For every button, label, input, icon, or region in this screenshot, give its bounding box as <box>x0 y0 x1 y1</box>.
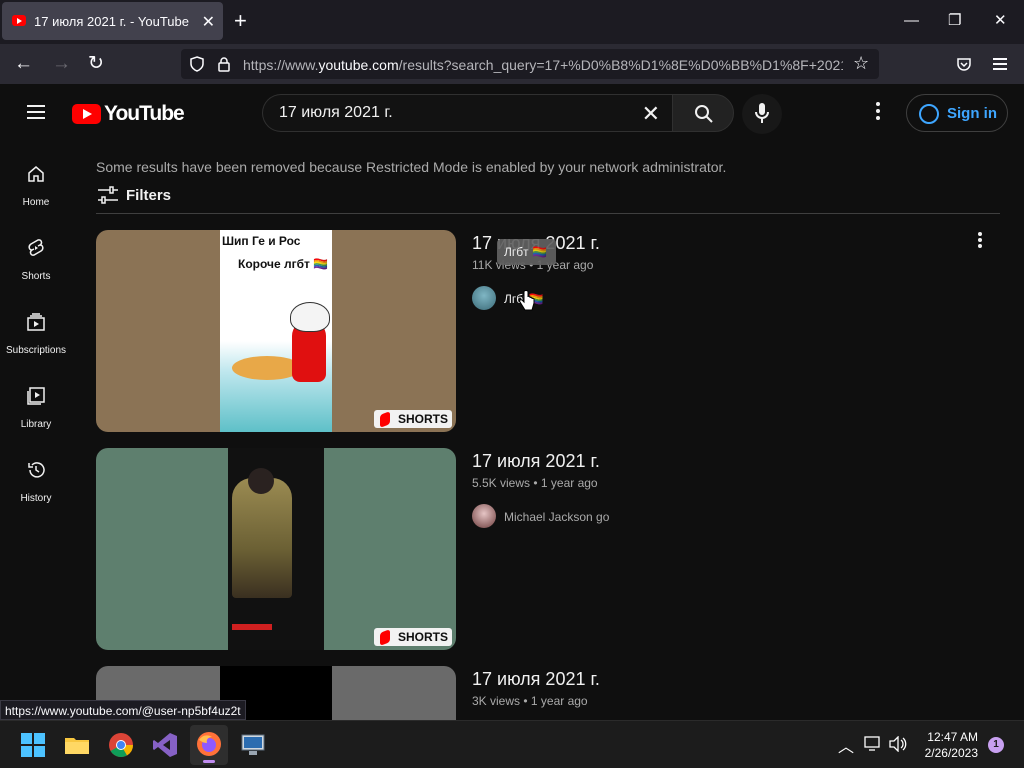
sidebar-item-label: Home <box>22 197 50 208</box>
logo-text: YouTube <box>104 102 185 125</box>
search-button[interactable] <box>672 94 734 132</box>
restricted-mode-notice: Some results have been removed because R… <box>96 159 727 175</box>
chrome-icon[interactable] <box>108 732 134 758</box>
bookmark-star-icon[interactable]: ☆ <box>853 53 869 74</box>
settings-more-icon[interactable] <box>870 102 886 124</box>
volume-icon[interactable] <box>888 736 908 752</box>
thumbnail-frame: Шип Ге и Рос Короче лгбт 🏳️‍🌈 <box>220 230 332 432</box>
sidebar-item-shorts[interactable]: Shorts <box>0 238 72 312</box>
video-meta: 5.5K views • 1 year ago <box>472 476 598 490</box>
firefox-icon <box>197 732 221 756</box>
sidebar-item-subscriptions[interactable]: Subscriptions <box>0 312 72 386</box>
windows-start-icon[interactable] <box>20 732 46 758</box>
browser-nav-bar: ← → ↻ https://www.youtube.com/results?se… <box>0 44 1024 84</box>
shorts-badge: SHORTS <box>373 410 452 428</box>
video-thumbnail[interactable]: Шип Ге и Рос Короче лгбт 🏳️‍🌈 SHORTS <box>96 230 456 432</box>
reload-button[interactable]: ↻ <box>88 53 104 75</box>
thumbnail-caption: Шип Ге и Рос <box>222 234 301 248</box>
divider <box>96 213 1000 214</box>
lock-icon[interactable] <box>217 56 231 72</box>
youtube-play-icon <box>72 104 101 124</box>
character-hair-shape <box>290 302 330 332</box>
shorts-icon <box>28 239 44 256</box>
voice-search-button[interactable] <box>742 94 782 134</box>
guide-menu-icon[interactable] <box>27 105 45 119</box>
hand-cursor-icon <box>519 290 535 311</box>
channel-avatar[interactable] <box>472 504 496 528</box>
tab-close-icon[interactable]: ✕ <box>202 12 215 32</box>
menu-icon[interactable] <box>993 58 1007 70</box>
video-thumbnail[interactable]: SHORTS <box>96 448 456 650</box>
firefox-taskbar-active[interactable] <box>190 725 228 765</box>
library-icon <box>27 387 45 405</box>
performer-shape <box>232 478 292 598</box>
sidebar-item-label: Shorts <box>21 271 51 282</box>
tab-title: 17 июля 2021 г. - YouTube <box>34 14 189 29</box>
search-box[interactable]: 17 июля 2021 г. ✕ <box>262 94 672 132</box>
sign-in-label: Sign in <box>947 105 997 122</box>
video-more-icon[interactable] <box>976 232 984 248</box>
performer-head-shape <box>248 468 274 494</box>
sidebar-item-home[interactable]: Home <box>0 164 72 238</box>
shield-icon[interactable] <box>189 56 205 72</box>
new-tab-button[interactable]: + <box>234 9 247 33</box>
sidebar-item-label: History <box>20 493 52 504</box>
status-url: https://www.youtube.com/@user-np5bf4uz2t <box>0 700 246 720</box>
video-title[interactable]: 17 июля 2021 г. <box>472 451 600 472</box>
clear-search-icon[interactable]: ✕ <box>642 101 660 127</box>
browser-tab-bar: 17 июля 2021 г. - YouTube ✕ + — ❐ ✕ <box>0 0 1024 44</box>
sidebar-item-label: Library <box>20 419 52 430</box>
clock-time: 12:47 AM <box>927 730 978 744</box>
channel-name[interactable]: Michael Jackson go <box>504 510 609 524</box>
youtube-header: YouTube 17 июля 2021 г. ✕ Sign in <box>0 84 1024 142</box>
show-hidden-icons-icon[interactable]: ︿ <box>838 733 854 757</box>
video-meta: 3K views • 1 year ago <box>472 694 588 708</box>
thumbnail-frame <box>228 448 324 650</box>
youtube-favicon-icon <box>12 15 26 26</box>
maximize-button[interactable]: ❐ <box>948 12 961 30</box>
search-icon <box>695 105 713 123</box>
file-explorer-icon[interactable] <box>64 732 90 758</box>
active-app-indicator <box>203 760 215 763</box>
browser-tab-active[interactable]: 17 июля 2021 г. - YouTube ✕ <box>2 2 223 40</box>
remote-desktop-icon[interactable] <box>240 732 266 758</box>
notification-badge[interactable]: 1 <box>988 737 1004 753</box>
url-text[interactable]: https://www.youtube.com/results?search_q… <box>243 57 843 73</box>
filters-icon <box>98 186 118 204</box>
microphone-icon <box>755 103 769 123</box>
account-icon <box>919 104 939 124</box>
channel-tooltip: Лгбт 🏳️‍🌈 <box>497 239 556 265</box>
forward-button[interactable]: → <box>52 53 71 75</box>
filters-label: Filters <box>126 187 172 204</box>
sidebar-item-label: Subscriptions <box>5 345 67 356</box>
channel-avatar[interactable] <box>472 286 496 310</box>
minimize-button[interactable]: — <box>904 12 919 30</box>
subscriptions-icon <box>27 313 45 331</box>
window-close-button[interactable]: ✕ <box>994 12 1007 30</box>
taskbar: ︿ 12:47 AM 2/26/2023 1 <box>0 720 1024 768</box>
home-icon <box>28 166 44 182</box>
history-icon <box>28 462 45 478</box>
search-input[interactable]: 17 июля 2021 г. <box>279 104 393 122</box>
back-button[interactable]: ← <box>14 53 33 75</box>
thumbnail-caption: Короче лгбт 🏳️‍🌈 <box>238 257 329 271</box>
pocket-icon[interactable] <box>956 56 972 72</box>
sign-in-button[interactable]: Sign in <box>906 94 1008 132</box>
url-bar[interactable]: https://www.youtube.com/results?search_q… <box>181 49 879 79</box>
clock-date: 2/26/2023 <box>924 746 978 760</box>
sidebar-item-history[interactable]: History <box>0 460 72 534</box>
system-clock[interactable]: 12:47 AM 2/26/2023 <box>916 729 978 761</box>
video-title[interactable]: 17 июля 2021 г. <box>472 669 600 690</box>
visual-studio-icon[interactable] <box>152 732 178 758</box>
network-icon[interactable] <box>864 736 882 752</box>
subscribe-strip-shape <box>232 624 272 630</box>
sidebar-item-library[interactable]: Library <box>0 386 72 460</box>
shorts-badge: SHORTS <box>373 628 452 646</box>
